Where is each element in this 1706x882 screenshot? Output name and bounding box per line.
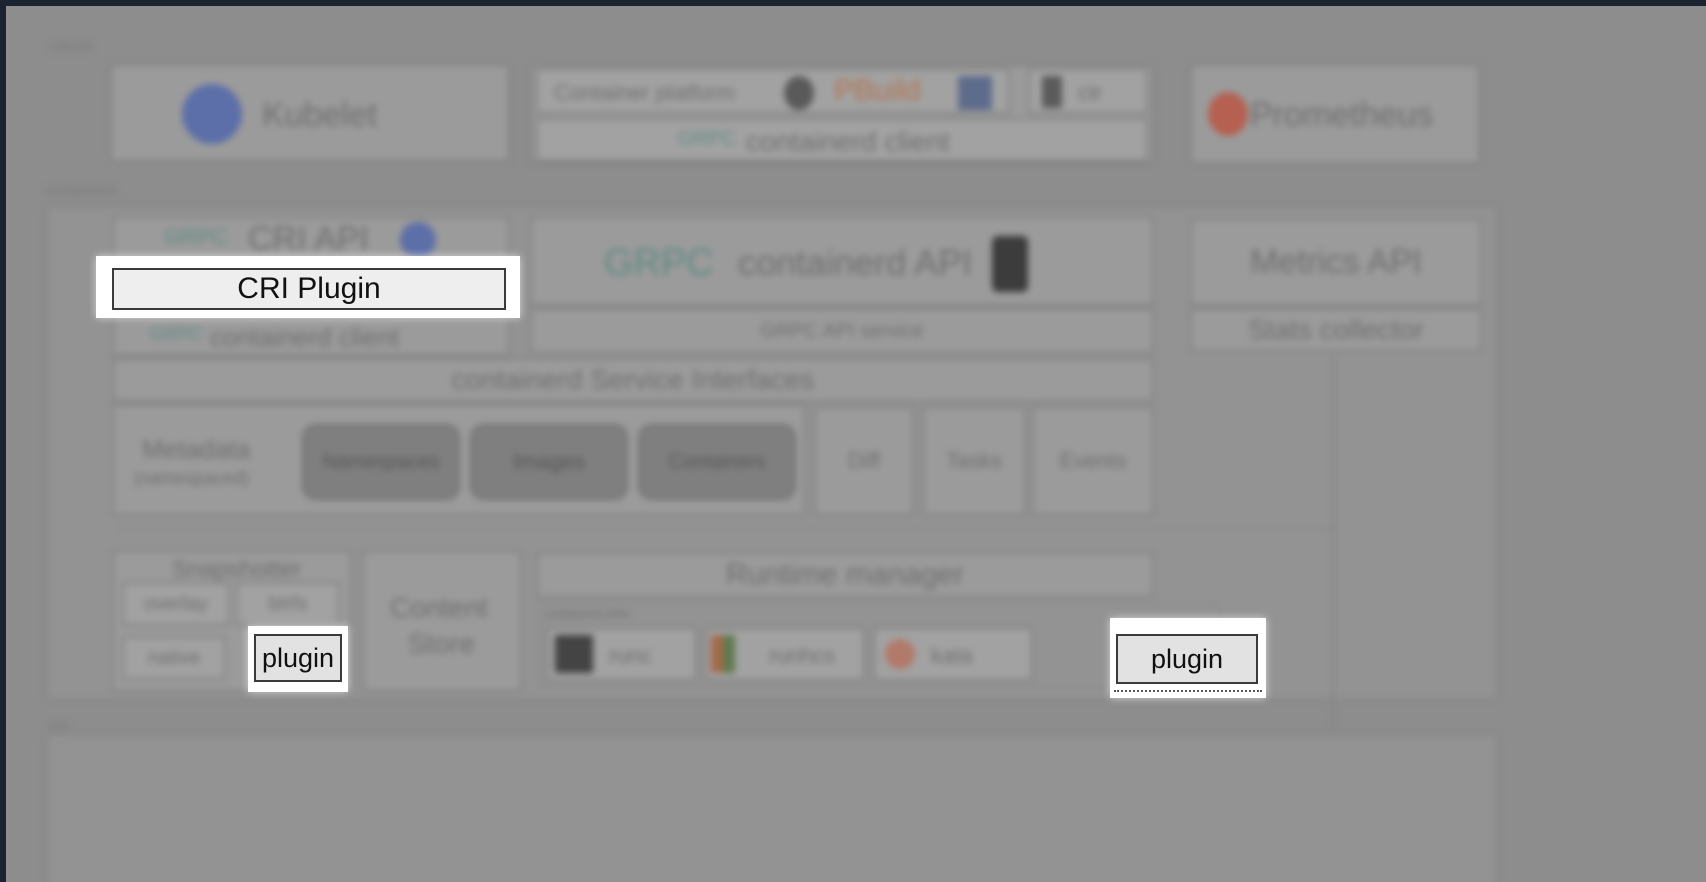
snapshotter-label: Snapshotter [172,556,302,583]
namespaces-store: Namespaces [302,424,460,500]
snapshot-plugin-box[interactable]: plugin [254,634,342,682]
tasks-box: Tasks [922,406,1026,516]
ctr-row: ctr [1028,68,1148,114]
openshift-logo-icon [958,76,992,110]
prometheus-label: Prometheus [1250,96,1434,134]
cri-plugin-box[interactable]: CRI Plugin [112,268,506,310]
containerd-api-box: GRPC containerd API [530,216,1154,306]
runc-box: runc [547,627,697,681]
containerd-api-label: containerd API [738,242,973,283]
stats-connector-line [1332,354,1334,762]
kata-label: kata [931,643,973,668]
runhcs-label: runhcs [769,643,836,668]
tasks-label: Tasks [945,448,1003,473]
service-interfaces-label: containerd Service Interfaces [451,364,815,395]
runhcs-box: runhcs [705,627,865,681]
kubernetes-logo-small-icon [400,222,436,258]
kata-box: kata [873,627,1033,681]
cri-api-label: CRI API [248,220,369,258]
runtime-manager-box: Runtime manager [536,552,1154,598]
kubernetes-logo-icon [182,84,242,144]
container-platform-label: Container platform [554,80,735,105]
kubelet-label: Kubelet [262,96,378,134]
runtime-manager-label: Runtime manager [725,558,965,591]
stats-collector-label: Stats collector [1248,314,1424,345]
metrics-api-label: Metrics API [1250,242,1422,281]
cri-containerd-client-label: containerd client [210,322,400,352]
section-label-os: OS [48,718,70,735]
container-platform-box: Container platform PBuild ctr GRPC conta… [530,64,1154,164]
windows-logo-icon [711,635,735,673]
containers-store: Containers [638,424,796,500]
events-label: Events [1059,448,1127,473]
client-containerd-client: GRPC containerd client [536,118,1148,162]
grpc-api-service-label: GRPC API service [760,319,924,342]
snapshot-plugin-highlight: plugin [248,626,348,692]
kubelet-box: Kubelet [110,64,510,162]
events-box: Events [1032,406,1154,516]
kata-logo-icon [885,639,915,669]
dotted-boundary [1114,690,1262,692]
container-platform-row: Container platform PBuild [536,68,1010,114]
service-interfaces-box: containerd Service Interfaces [112,358,1154,402]
section-label-containerd: containerd [46,182,117,199]
overlay-label: overlay [143,592,209,615]
section-label-clients: clients [50,38,93,55]
diff-box: Diff [814,406,914,516]
cri-plugin-highlight: CRI Plugin [96,256,520,318]
content-store-box: Content Store [362,550,522,692]
runtime-plugin-box[interactable]: plugin [1116,634,1258,684]
namespaces-label: Namespaces [322,450,440,473]
connector-line [116,528,1336,530]
docker-logo-icon [784,76,814,110]
terminal-icon [1042,76,1062,108]
grpc-api-service-box: GRPC API service [530,308,1154,354]
grpc-logo-cri: GRPC [164,224,228,249]
metrics-api-box: Metrics API [1190,218,1482,306]
runtime-plugin-highlight: plugin [1110,618,1266,698]
containers-label: Containers [668,450,766,473]
cri-containerd-client-box: GRPC containerd client [112,314,510,356]
prometheus-logo-icon [1208,92,1248,136]
overlay-box: overlay [122,582,230,626]
metadata-label: Metadata [142,434,251,464]
btrfs-box: btrfs [236,582,340,626]
prometheus-box: Prometheus [1190,64,1480,164]
stats-collector-box: Stats collector [1190,308,1482,352]
diagram-canvas: clients containerd OS Kubelet Container … [6,6,1706,882]
containerd-shim-label: containerd-shim [545,607,631,621]
runc-logo-icon [555,635,593,673]
blurred-architecture: clients containerd OS Kubelet Container … [6,6,1706,882]
os-box [46,734,1498,882]
runc-label: runc [609,643,652,668]
containerd-client-label: containerd client [746,126,950,157]
grpc-logo-small: GRPC [678,128,736,150]
native-label: native [147,646,201,669]
ctr-label: ctr [1078,80,1103,105]
grpc-logo-cri-client: GRPC [150,324,203,344]
content-store-label-1: Content [390,592,489,623]
diff-label: Diff [847,448,881,473]
native-box: native [122,636,226,680]
metadata-sub-label: (namespaced) [134,468,250,488]
grpc-logo-large: GRPC [604,242,714,284]
content-store-label-2: Store [408,628,475,659]
images-label: Images [512,449,586,474]
images-store: Images [470,424,628,500]
btrfs-label: btrfs [268,592,308,615]
pbuild-label: PBuild [834,74,921,107]
containerd-logo-icon [992,236,1028,292]
